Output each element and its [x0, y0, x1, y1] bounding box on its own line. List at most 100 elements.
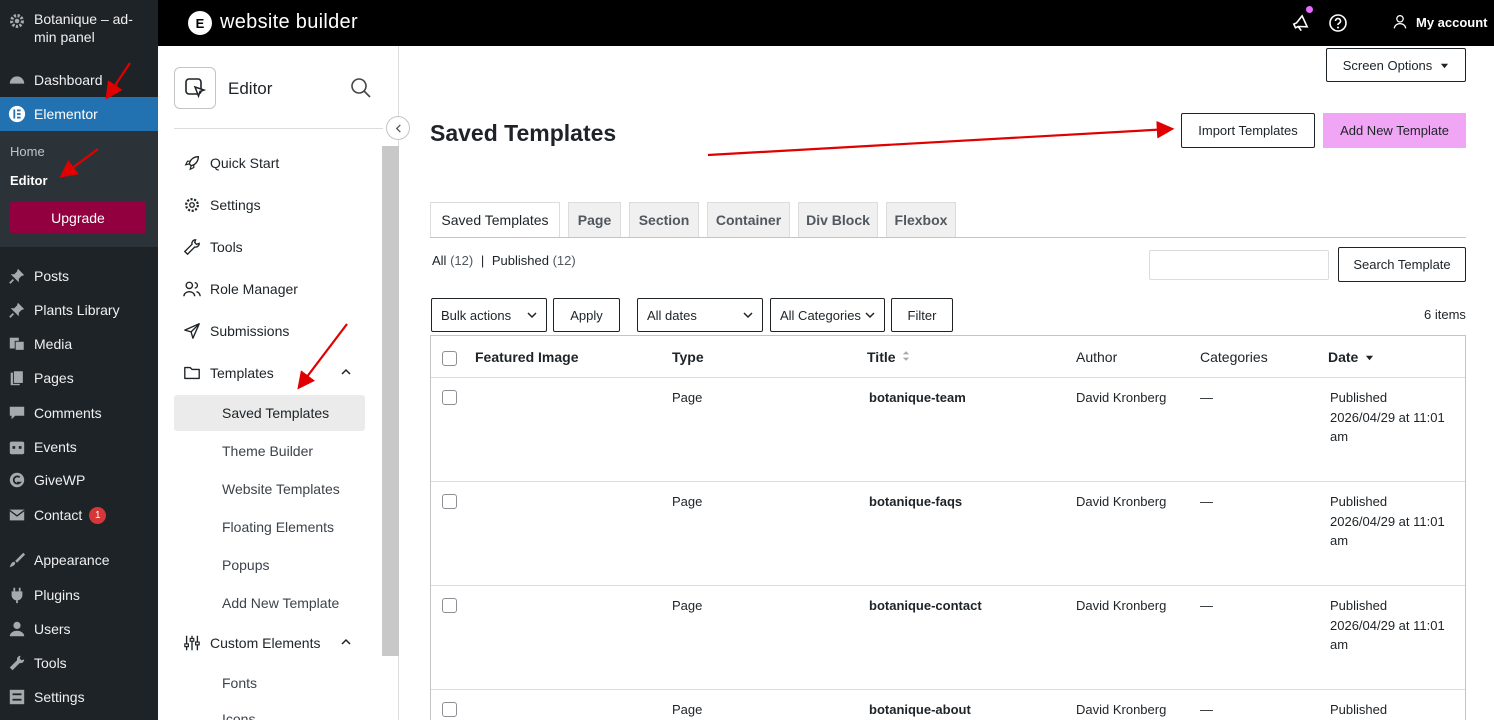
- pages-icon: [0, 369, 34, 387]
- row-type: Page: [672, 390, 703, 405]
- tab-container[interactable]: Container: [707, 202, 790, 238]
- menu-posts[interactable]: Posts: [0, 259, 158, 293]
- upgrade-button[interactable]: Upgrade: [10, 202, 146, 233]
- row-checkbox[interactable]: [442, 390, 457, 405]
- megaphone-icon[interactable]: [1291, 13, 1311, 33]
- search-input[interactable]: [1149, 250, 1329, 280]
- tab-saved-templates[interactable]: Saved Templates: [430, 202, 560, 238]
- chevron-up-icon[interactable]: [341, 636, 351, 650]
- row-checkbox[interactable]: [442, 494, 457, 509]
- menu-pages[interactable]: Pages: [0, 361, 158, 395]
- row-title-link[interactable]: botanique-faqs: [869, 492, 962, 512]
- row-author[interactable]: David Kronberg: [1076, 492, 1166, 512]
- row-author[interactable]: David Kronberg: [1076, 596, 1166, 616]
- row-type: Page: [672, 494, 703, 509]
- tab-section[interactable]: Section: [629, 202, 699, 238]
- my-account-link[interactable]: My account: [1392, 14, 1488, 30]
- panel-sub-website-templates[interactable]: Website Templates: [222, 481, 340, 497]
- panel-item-quick-start[interactable]: Quick Start: [183, 149, 279, 177]
- top-bar: E website builder My account: [158, 0, 1494, 46]
- menu-plants-library[interactable]: Plants Library: [0, 293, 158, 327]
- help-icon[interactable]: [1328, 13, 1348, 33]
- menu-appearance[interactable]: Appearance: [0, 543, 158, 577]
- panel-item-templates[interactable]: Templates: [183, 359, 351, 387]
- status-all-count: (12): [450, 253, 474, 268]
- row-date-status: Published: [1330, 390, 1388, 405]
- submenu-home[interactable]: Home: [10, 144, 45, 159]
- row-title-link[interactable]: botanique-about: [869, 700, 971, 720]
- row-title-link[interactable]: botanique-team: [869, 388, 966, 408]
- row-author[interactable]: David Kronberg: [1076, 700, 1166, 720]
- tab-div-block[interactable]: Div Block: [798, 202, 878, 238]
- panel-item-tools[interactable]: Tools: [183, 233, 243, 261]
- row-checkbox[interactable]: [442, 598, 457, 613]
- menu-settings[interactable]: Settings: [0, 680, 158, 714]
- panel-sub-add-new-template[interactable]: Add New Template: [222, 595, 339, 611]
- users-icon: [0, 620, 34, 638]
- column-header-title-label: Title: [867, 349, 896, 365]
- menu-contact[interactable]: Contact 1: [0, 498, 158, 532]
- row-author[interactable]: David Kronberg: [1076, 388, 1166, 408]
- panel-sub-theme-builder[interactable]: Theme Builder: [222, 443, 313, 459]
- elementor-icon: [0, 105, 34, 123]
- row-checkbox[interactable]: [442, 702, 457, 717]
- panel-item-custom-elements[interactable]: Custom Elements: [183, 629, 351, 657]
- tab-page[interactable]: Page: [568, 202, 621, 238]
- status-all-link[interactable]: All: [432, 253, 446, 268]
- menu-plugins[interactable]: Plugins: [0, 578, 158, 612]
- menu-events[interactable]: Events: [0, 430, 158, 464]
- menu-media[interactable]: Media: [0, 327, 158, 361]
- wrench-icon: [183, 238, 210, 256]
- dashboard-icon: [0, 71, 34, 89]
- chevron-up-icon[interactable]: [341, 366, 351, 380]
- add-new-template-button[interactable]: Add New Template: [1323, 113, 1466, 148]
- column-header-date[interactable]: Date: [1328, 349, 1374, 365]
- column-header-author: Author: [1076, 349, 1118, 365]
- import-templates-button[interactable]: Import Templates: [1181, 113, 1315, 148]
- menu-label: Posts: [34, 268, 70, 284]
- pin-icon: [0, 301, 34, 319]
- panel-sub-fonts[interactable]: Fonts: [222, 675, 257, 691]
- category-filter-select[interactable]: All Categories: [770, 298, 885, 332]
- row-title-link[interactable]: botanique-contact: [869, 596, 982, 616]
- screen-options-label: Screen Options: [1342, 57, 1433, 73]
- gear-icon: [183, 196, 210, 214]
- menu-label: Elementor: [34, 106, 98, 122]
- search-icon[interactable]: [350, 77, 372, 99]
- menu-comments[interactable]: Comments: [0, 396, 158, 430]
- menu-givewp[interactable]: GiveWP: [0, 463, 158, 497]
- site-name-item[interactable]: Botanique – ad-min panel: [0, 10, 158, 56]
- panel-sub-icons[interactable]: Icons: [222, 711, 255, 720]
- screen-options-button[interactable]: Screen Options: [1326, 48, 1466, 82]
- menu-users[interactable]: Users: [0, 612, 158, 646]
- menu-tools[interactable]: Tools: [0, 646, 158, 680]
- panel-item-role-manager[interactable]: Role Manager: [183, 275, 298, 303]
- media-icon: [0, 335, 34, 353]
- panel-sub-popups[interactable]: Popups: [222, 557, 269, 573]
- chevron-down-icon: [743, 312, 753, 319]
- select-all-checkbox[interactable]: [442, 351, 457, 366]
- status-published-link[interactable]: Published: [492, 253, 549, 268]
- collapse-panel-button[interactable]: [386, 116, 410, 140]
- users-icon: [183, 280, 210, 298]
- search-template-button[interactable]: Search Template: [1338, 247, 1466, 282]
- panel-item-settings[interactable]: Settings: [183, 191, 261, 219]
- menu-elementor[interactable]: Elementor: [0, 97, 158, 131]
- rocket-icon: [183, 154, 210, 172]
- row-date: 2026/04/29 at 11:01: [1330, 514, 1445, 529]
- submenu-editor[interactable]: Editor: [10, 173, 48, 188]
- apply-button[interactable]: Apply: [553, 298, 620, 332]
- panel-sub-floating-elements[interactable]: Floating Elements: [222, 519, 334, 535]
- caret-down-icon: [1441, 63, 1449, 68]
- row-date-status: Published: [1330, 702, 1388, 717]
- row-categories: —: [1200, 598, 1213, 613]
- panel-item-submissions[interactable]: Submissions: [183, 317, 289, 345]
- tab-flexbox[interactable]: Flexbox: [886, 202, 956, 238]
- panel-scrollbar[interactable]: [382, 146, 399, 656]
- date-filter-select[interactable]: All dates: [637, 298, 763, 332]
- filter-button[interactable]: Filter: [891, 298, 953, 332]
- panel-sub-saved-templates[interactable]: Saved Templates: [222, 405, 329, 421]
- column-header-title[interactable]: Title: [867, 349, 910, 365]
- bulk-actions-select[interactable]: Bulk actions: [431, 298, 547, 332]
- menu-dashboard[interactable]: Dashboard: [0, 63, 158, 97]
